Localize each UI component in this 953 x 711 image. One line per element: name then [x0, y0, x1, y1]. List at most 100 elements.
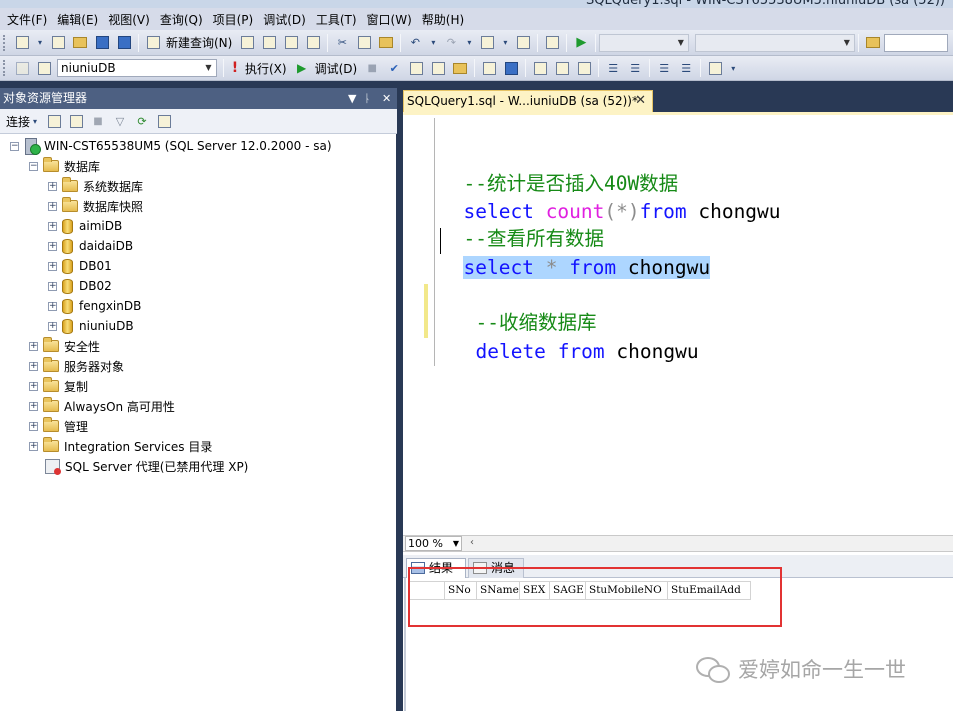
expand-icon[interactable]: + [29, 381, 38, 391]
analysis-query-icon[interactable] [261, 35, 277, 51]
save-icon[interactable] [94, 35, 110, 51]
code-line-select-all[interactable]: select * from chongwu [440, 227, 711, 281]
disconnect-icon[interactable] [68, 113, 84, 129]
tree-node-security[interactable]: + 安全性 [29, 336, 100, 356]
execute-icon[interactable]: ! [230, 60, 240, 76]
tree-node-replication[interactable]: + 复制 [29, 376, 88, 396]
code-line-delete[interactable]: delete from chongwu [452, 311, 698, 365]
intellisense-icon[interactable] [452, 60, 468, 76]
comment-lines-icon[interactable]: ☰ [605, 60, 621, 76]
add-item-icon[interactable] [50, 35, 66, 51]
open-file-icon[interactable] [72, 35, 88, 51]
tree-node-alwayson[interactable]: + AlwaysOn 高可用性 [29, 396, 175, 416]
cancel-query-icon[interactable]: ■ [364, 60, 380, 76]
zoom-select[interactable]: 100 % ▼ [405, 536, 462, 551]
connect-button[interactable]: 连接 [6, 113, 30, 130]
expand-icon[interactable]: + [48, 281, 57, 291]
increase-indent-icon[interactable]: ☰ [678, 60, 694, 76]
results-to-grid-icon[interactable] [554, 60, 570, 76]
find-in-files-icon[interactable] [865, 35, 881, 51]
menu-file[interactable]: 文件(F) [2, 11, 52, 28]
copy-icon[interactable] [356, 35, 372, 51]
close-icon[interactable]: ✕ [382, 88, 391, 109]
dropdown-arrow-icon[interactable]: ▾ [465, 35, 473, 51]
find-input[interactable] [884, 33, 949, 52]
specify-template-values-icon[interactable] [707, 60, 723, 76]
tree-node-database[interactable]: + DB01 [48, 256, 112, 276]
results-to-text-icon[interactable] [532, 60, 548, 76]
stop-icon[interactable]: ■ [90, 113, 106, 129]
tree-node-database-snapshots[interactable]: + 数据库快照 [48, 196, 143, 216]
debug-icon[interactable]: ▶ [294, 60, 310, 76]
window-position-icon[interactable]: ▼ [348, 88, 356, 109]
dropdown-arrow-icon[interactable]: ▾ [501, 35, 509, 51]
execute-button[interactable]: 执行(X) [245, 60, 287, 77]
tree-node-databases[interactable]: − 数据库 [29, 156, 100, 176]
toolbar-grip[interactable] [3, 60, 7, 76]
undo-icon[interactable]: ↶ [407, 35, 423, 51]
query-designer-icon[interactable] [430, 60, 446, 76]
expand-icon[interactable]: + [29, 421, 38, 431]
new-query-button[interactable]: 新建查询(N) [166, 34, 232, 51]
menu-debug[interactable]: 调试(D) [258, 11, 311, 28]
refresh-icon[interactable]: ⟳ [134, 113, 150, 129]
expand-icon[interactable]: + [29, 441, 38, 451]
expand-icon[interactable]: + [48, 221, 57, 231]
menu-window[interactable]: 窗口(W) [362, 11, 417, 28]
connect-object-explorer-icon[interactable] [46, 113, 62, 129]
mdx-query-icon[interactable] [283, 35, 299, 51]
live-query-statistics-icon[interactable] [503, 60, 519, 76]
dropdown-arrow-icon[interactable]: ▾ [729, 60, 737, 76]
change-connection-icon[interactable] [36, 60, 52, 76]
save-all-icon[interactable] [116, 35, 132, 51]
decrease-indent-icon[interactable]: ☰ [656, 60, 672, 76]
tree-node-database[interactable]: + aimiDB [48, 216, 122, 236]
tree-node-database[interactable]: + DB02 [48, 276, 112, 296]
close-icon[interactable]: ✕ [635, 91, 646, 111]
expand-icon[interactable]: + [29, 401, 38, 411]
dropdown-arrow-icon[interactable]: ▾ [36, 35, 44, 51]
tree-node-integration-services[interactable]: + Integration Services 目录 [29, 436, 212, 456]
tree-node-system-databases[interactable]: + 系统数据库 [48, 176, 143, 196]
navigate-backward-icon[interactable] [479, 35, 495, 51]
collapse-icon[interactable]: − [29, 161, 38, 171]
new-query-icon[interactable] [145, 35, 161, 51]
solution-configurations-combo[interactable]: ▼ [599, 33, 690, 52]
collapse-icon[interactable]: − [10, 141, 19, 151]
tree-node-database[interactable]: + niuniuDB [48, 316, 134, 336]
filter-icon[interactable]: ▽ [112, 113, 128, 129]
expand-icon[interactable]: + [48, 321, 57, 331]
menu-project[interactable]: 项目(P) [208, 11, 259, 28]
activity-monitor-icon[interactable] [544, 35, 560, 51]
available-databases-select[interactable]: niuniuDB ▼ [57, 59, 217, 77]
activity-monitor-icon[interactable] [156, 113, 172, 129]
menu-query[interactable]: 查询(Q) [155, 11, 208, 28]
tree-node-database[interactable]: + fengxinDB [48, 296, 141, 316]
expand-icon[interactable]: + [48, 201, 57, 211]
toolbar-grip[interactable] [3, 34, 7, 51]
expand-icon[interactable]: + [29, 341, 38, 351]
new-project-icon[interactable] [14, 35, 30, 51]
dropdown-arrow-icon[interactable]: ▾ [429, 35, 437, 51]
connect-icon[interactable] [14, 60, 30, 76]
expand-icon[interactable]: + [48, 241, 57, 251]
navigate-forward-icon[interactable] [515, 35, 531, 51]
expand-icon[interactable]: + [29, 361, 38, 371]
tree-node-sql-agent[interactable]: SQL Server 代理(已禁用代理 XP) [45, 456, 248, 476]
display-estimated-plan-icon[interactable] [408, 60, 424, 76]
parse-icon[interactable]: ✔ [386, 60, 402, 76]
expand-icon[interactable]: + [48, 181, 57, 191]
dropdown-arrow-icon[interactable]: ▾ [31, 113, 39, 129]
uncomment-lines-icon[interactable]: ☰ [627, 60, 643, 76]
start-debugging-icon[interactable]: ▶ [573, 35, 589, 51]
results-to-file-icon[interactable] [576, 60, 592, 76]
menu-tools[interactable]: 工具(T) [311, 11, 362, 28]
menu-edit[interactable]: 编辑(E) [52, 11, 103, 28]
pin-icon[interactable]: ᚿ [364, 88, 371, 109]
expand-icon[interactable]: + [48, 261, 57, 271]
xmla-query-icon[interactable] [305, 35, 321, 51]
tree-node-server[interactable]: − WIN-CST65538UM5 (SQL Server 12.0.2000 … [10, 136, 332, 156]
paste-icon[interactable] [378, 35, 394, 51]
debug-button[interactable]: 调试(D) [315, 60, 358, 77]
tree-node-database[interactable]: + daidaiDB [48, 236, 133, 256]
